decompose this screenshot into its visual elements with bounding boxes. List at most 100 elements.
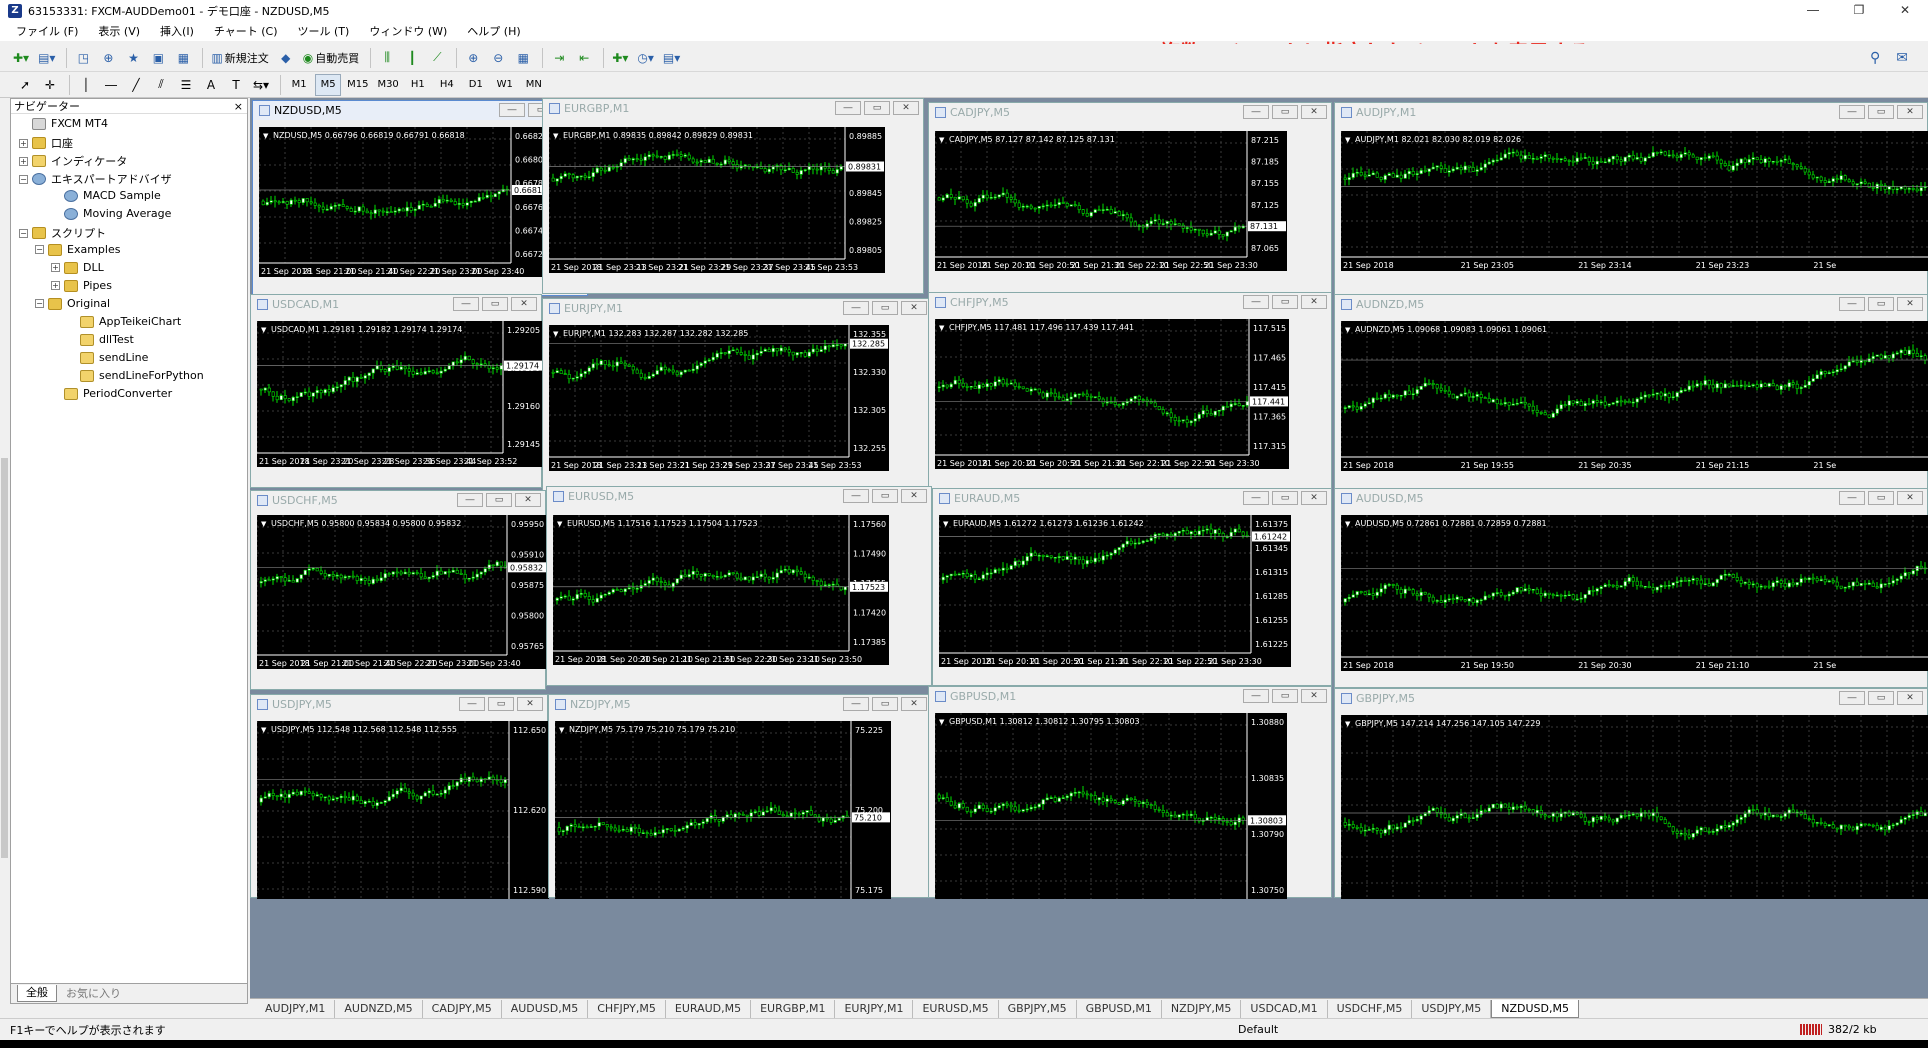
close-icon[interactable]: ✕ — [1897, 297, 1923, 311]
chart-window[interactable]: NZDJPY,M5 ― ▭ ✕ 75.225 75.200 75.175 75.210 ▼ NZD… — [548, 694, 932, 899]
menu-insert[interactable]: 挿入(I) — [150, 23, 204, 39]
terminal-icon[interactable]: ▣ — [147, 47, 169, 69]
price-chart[interactable]: 21 Sep 2018 21 Sep 19:50 21 Sep 20:30 21 Se… — [1341, 515, 1928, 671]
line-chart-icon[interactable]: ⟋ — [426, 47, 448, 69]
timeframe-m1[interactable]: M1 — [286, 74, 312, 96]
chart-window-titlebar[interactable]: GBPUSD,M1 ― ▭ ✕ — [929, 687, 1331, 706]
maximize-icon[interactable]: ▭ — [1868, 691, 1894, 705]
minimize-icon[interactable]: ― — [1839, 297, 1865, 311]
maximize-icon[interactable]: ▭ — [872, 697, 898, 711]
chart-tab[interactable]: AUDUSD,M5 — [502, 999, 589, 1018]
price-chart[interactable]: 0.66825 0.66805 0.66785 0.66765 0.66745 0.667… — [259, 127, 551, 277]
profiles-icon[interactable]: ▤▾ — [35, 47, 58, 69]
chart-menu-icon[interactable]: ▼ — [261, 326, 267, 334]
price-chart[interactable]: ▼ GBPJPY,M5 147.214 147.256 147.105 147.2… — [1341, 715, 1928, 899]
maximize-icon[interactable]: ▭ — [872, 489, 898, 503]
collapse-icon[interactable]: − — [35, 299, 44, 308]
chart-menu-icon[interactable]: ▼ — [261, 726, 267, 734]
auto-scroll-icon[interactable]: ⇥ — [548, 47, 570, 69]
close-icon[interactable]: ✕ — [1897, 105, 1923, 119]
close-icon[interactable]: ✕ — [1897, 691, 1923, 705]
chart-menu-icon[interactable]: ▼ — [939, 718, 945, 726]
chart-window[interactable]: USDJPY,M5 ― ▭ ✕ 112.650 112.620 112.590 ▼ USDJPY… — [250, 694, 549, 899]
arrows-icon[interactable]: ⇆▾ — [250, 74, 272, 96]
close-button[interactable]: ✕ — [1882, 0, 1928, 21]
chart-tab[interactable]: AUDNZD,M5 — [335, 999, 423, 1018]
maximize-icon[interactable]: ▭ — [1272, 105, 1298, 119]
minimize-icon[interactable]: ― — [1839, 691, 1865, 705]
chart-window-titlebar[interactable]: CHFJPY,M5 ― ▭ ✕ — [929, 293, 1331, 312]
chart-window[interactable]: USDCAD,M1―▭✕1.292051.291901.291601.29145… — [250, 294, 543, 488]
timeframe-mn[interactable]: MN — [521, 74, 547, 96]
menu-tools[interactable]: ツール (T) — [288, 23, 360, 39]
maximize-icon[interactable]: ▭ — [482, 297, 508, 311]
chart-window-titlebar[interactable]: AUDNZD,M5 ― ▭ ✕ — [1335, 295, 1927, 314]
channel-icon[interactable]: ⫽ — [150, 74, 172, 96]
chart-window[interactable]: EURUSD,M5―▭✕1.175601.174901.174551.17420… — [546, 486, 932, 686]
strategy-tester-icon[interactable]: ▦ — [172, 47, 194, 69]
chart-window[interactable]: CHFJPY,M5 ― ▭ ✕ 117.515 117.465 117.415 117.365… — [928, 292, 1332, 490]
nav-node-1[interactable]: + 口座 — [19, 135, 73, 151]
chart-window-titlebar[interactable]: AUDUSD,M5 ― ▭ ✕ — [1335, 489, 1927, 508]
expand-icon[interactable]: + — [51, 263, 60, 272]
price-chart[interactable]: 1.30880 1.30835 1.30790 1.30750 1.30803 ▼ GBPU… — [935, 713, 1287, 899]
chart-window[interactable]: GBPUSD,M1 ― ▭ ✕ 1.30880 1.30835 1.30790 1.30750… — [928, 686, 1332, 899]
tile-windows-icon[interactable]: ▦ — [512, 47, 534, 69]
close-icon[interactable]: ✕ — [1301, 105, 1327, 119]
chart-window-titlebar[interactable]: USDCAD,M1 ― ▭ ✕ — [251, 295, 541, 314]
auto-trading-button[interactable]: ◉ 自動売買 — [300, 47, 362, 69]
chart-window-titlebar[interactable]: CADJPY,M5 ― ▭ ✕ — [929, 103, 1331, 122]
navigator-icon[interactable]: ★ — [122, 47, 144, 69]
minimize-icon[interactable]: ― — [835, 101, 861, 115]
timeframe-m30[interactable]: M30 — [374, 74, 401, 96]
close-icon[interactable]: ✕ — [1301, 491, 1327, 505]
chart-tab[interactable]: GBPJPY,M5 — [999, 999, 1077, 1018]
nav-node-fxcm-mt4[interactable]: FXCM MT4 — [19, 117, 108, 130]
expand-icon[interactable]: + — [19, 138, 28, 148]
maximize-icon[interactable]: ▭ — [872, 301, 898, 315]
minimize-icon[interactable]: ― — [457, 493, 483, 507]
price-chart[interactable]: 117.515 117.465 117.415 117.365 117.315 117.4… — [935, 319, 1289, 469]
new-chart-icon[interactable]: ✚▾ — [10, 47, 32, 69]
nav-node-macd-sample[interactable]: MACD Sample — [51, 189, 161, 202]
chart-window[interactable]: AUDJPY,M1 ― ▭ ✕ 21 Sep 2018 21 Sep 23:05 21 Se… — [1334, 102, 1928, 296]
cursor-icon[interactable]: ➚ — [14, 74, 36, 96]
chart-tab[interactable]: USDCAD,M1 — [1241, 999, 1328, 1018]
search-icon[interactable]: ⚲ — [1870, 50, 1880, 66]
close-icon[interactable]: ✕ — [901, 301, 927, 315]
minimize-icon[interactable]: ― — [843, 301, 869, 315]
chart-menu-icon[interactable]: ▼ — [943, 520, 949, 528]
price-chart[interactable]: 21 Sep 2018 21 Sep 23:05 21 Sep 23:14 21 Se… — [1341, 131, 1928, 271]
timeframe-w1[interactable]: W1 — [492, 74, 518, 96]
menu-help[interactable]: ヘルプ (H) — [457, 23, 530, 39]
chart-tab[interactable]: EURGBP,M1 — [751, 999, 836, 1018]
timeframe-m15[interactable]: M15 — [344, 74, 371, 96]
price-chart[interactable]: 1.175601.174901.174551.174201.173851.175… — [553, 515, 889, 665]
chart-window[interactable]: NZDUSD,M5―▭✕0.668250.668050.667850.66765… — [252, 100, 588, 296]
timeframe-d1[interactable]: D1 — [463, 74, 489, 96]
market-watch-icon[interactable]: ◳ — [72, 47, 94, 69]
expand-icon[interactable]: + — [19, 156, 28, 166]
bar-chart-icon[interactable]: ⫼ — [376, 47, 398, 69]
chart-window[interactable]: USDCHF,M5 ― ▭ ✕ 0.95950 0.95910 0.95875 0.95800… — [250, 490, 547, 690]
maximize-icon[interactable]: ▭ — [1272, 295, 1298, 309]
metaeditor-icon[interactable]: ◆ — [275, 47, 297, 69]
minimize-icon[interactable]: ― — [1243, 491, 1269, 505]
chart-menu-icon[interactable]: ▼ — [1345, 326, 1351, 334]
chart-tab[interactable]: EURAUD,M5 — [666, 999, 752, 1018]
nav-node-3[interactable]: − エキスパートアドバイザ — [19, 171, 172, 187]
nav-node-dll[interactable]: + DLL — [51, 261, 104, 274]
chart-menu-icon[interactable]: ▼ — [939, 324, 945, 332]
nav-node-appteikeichart[interactable]: AppTeikeiChart — [67, 315, 181, 328]
candlestick-icon[interactable]: ┃ — [401, 47, 423, 69]
maximize-icon[interactable]: ▭ — [486, 493, 512, 507]
templates-icon[interactable]: ▤▾ — [660, 47, 683, 69]
nav-node-sendline[interactable]: sendLine — [67, 351, 148, 364]
chart-menu-icon[interactable]: ▼ — [1345, 520, 1351, 528]
chart-window[interactable]: AUDUSD,M5 ― ▭ ✕ 21 Sep 2018 21 Sep 19:50 21 Se… — [1334, 488, 1928, 688]
chart-menu-icon[interactable]: ▼ — [553, 132, 559, 140]
horizontal-line-icon[interactable]: ― — [100, 74, 122, 96]
chart-menu-icon[interactable]: ▼ — [263, 132, 269, 140]
chart-tab[interactable]: USDCHF,M5 — [1328, 999, 1413, 1018]
nav-node-moving-average[interactable]: Moving Average — [51, 207, 171, 220]
